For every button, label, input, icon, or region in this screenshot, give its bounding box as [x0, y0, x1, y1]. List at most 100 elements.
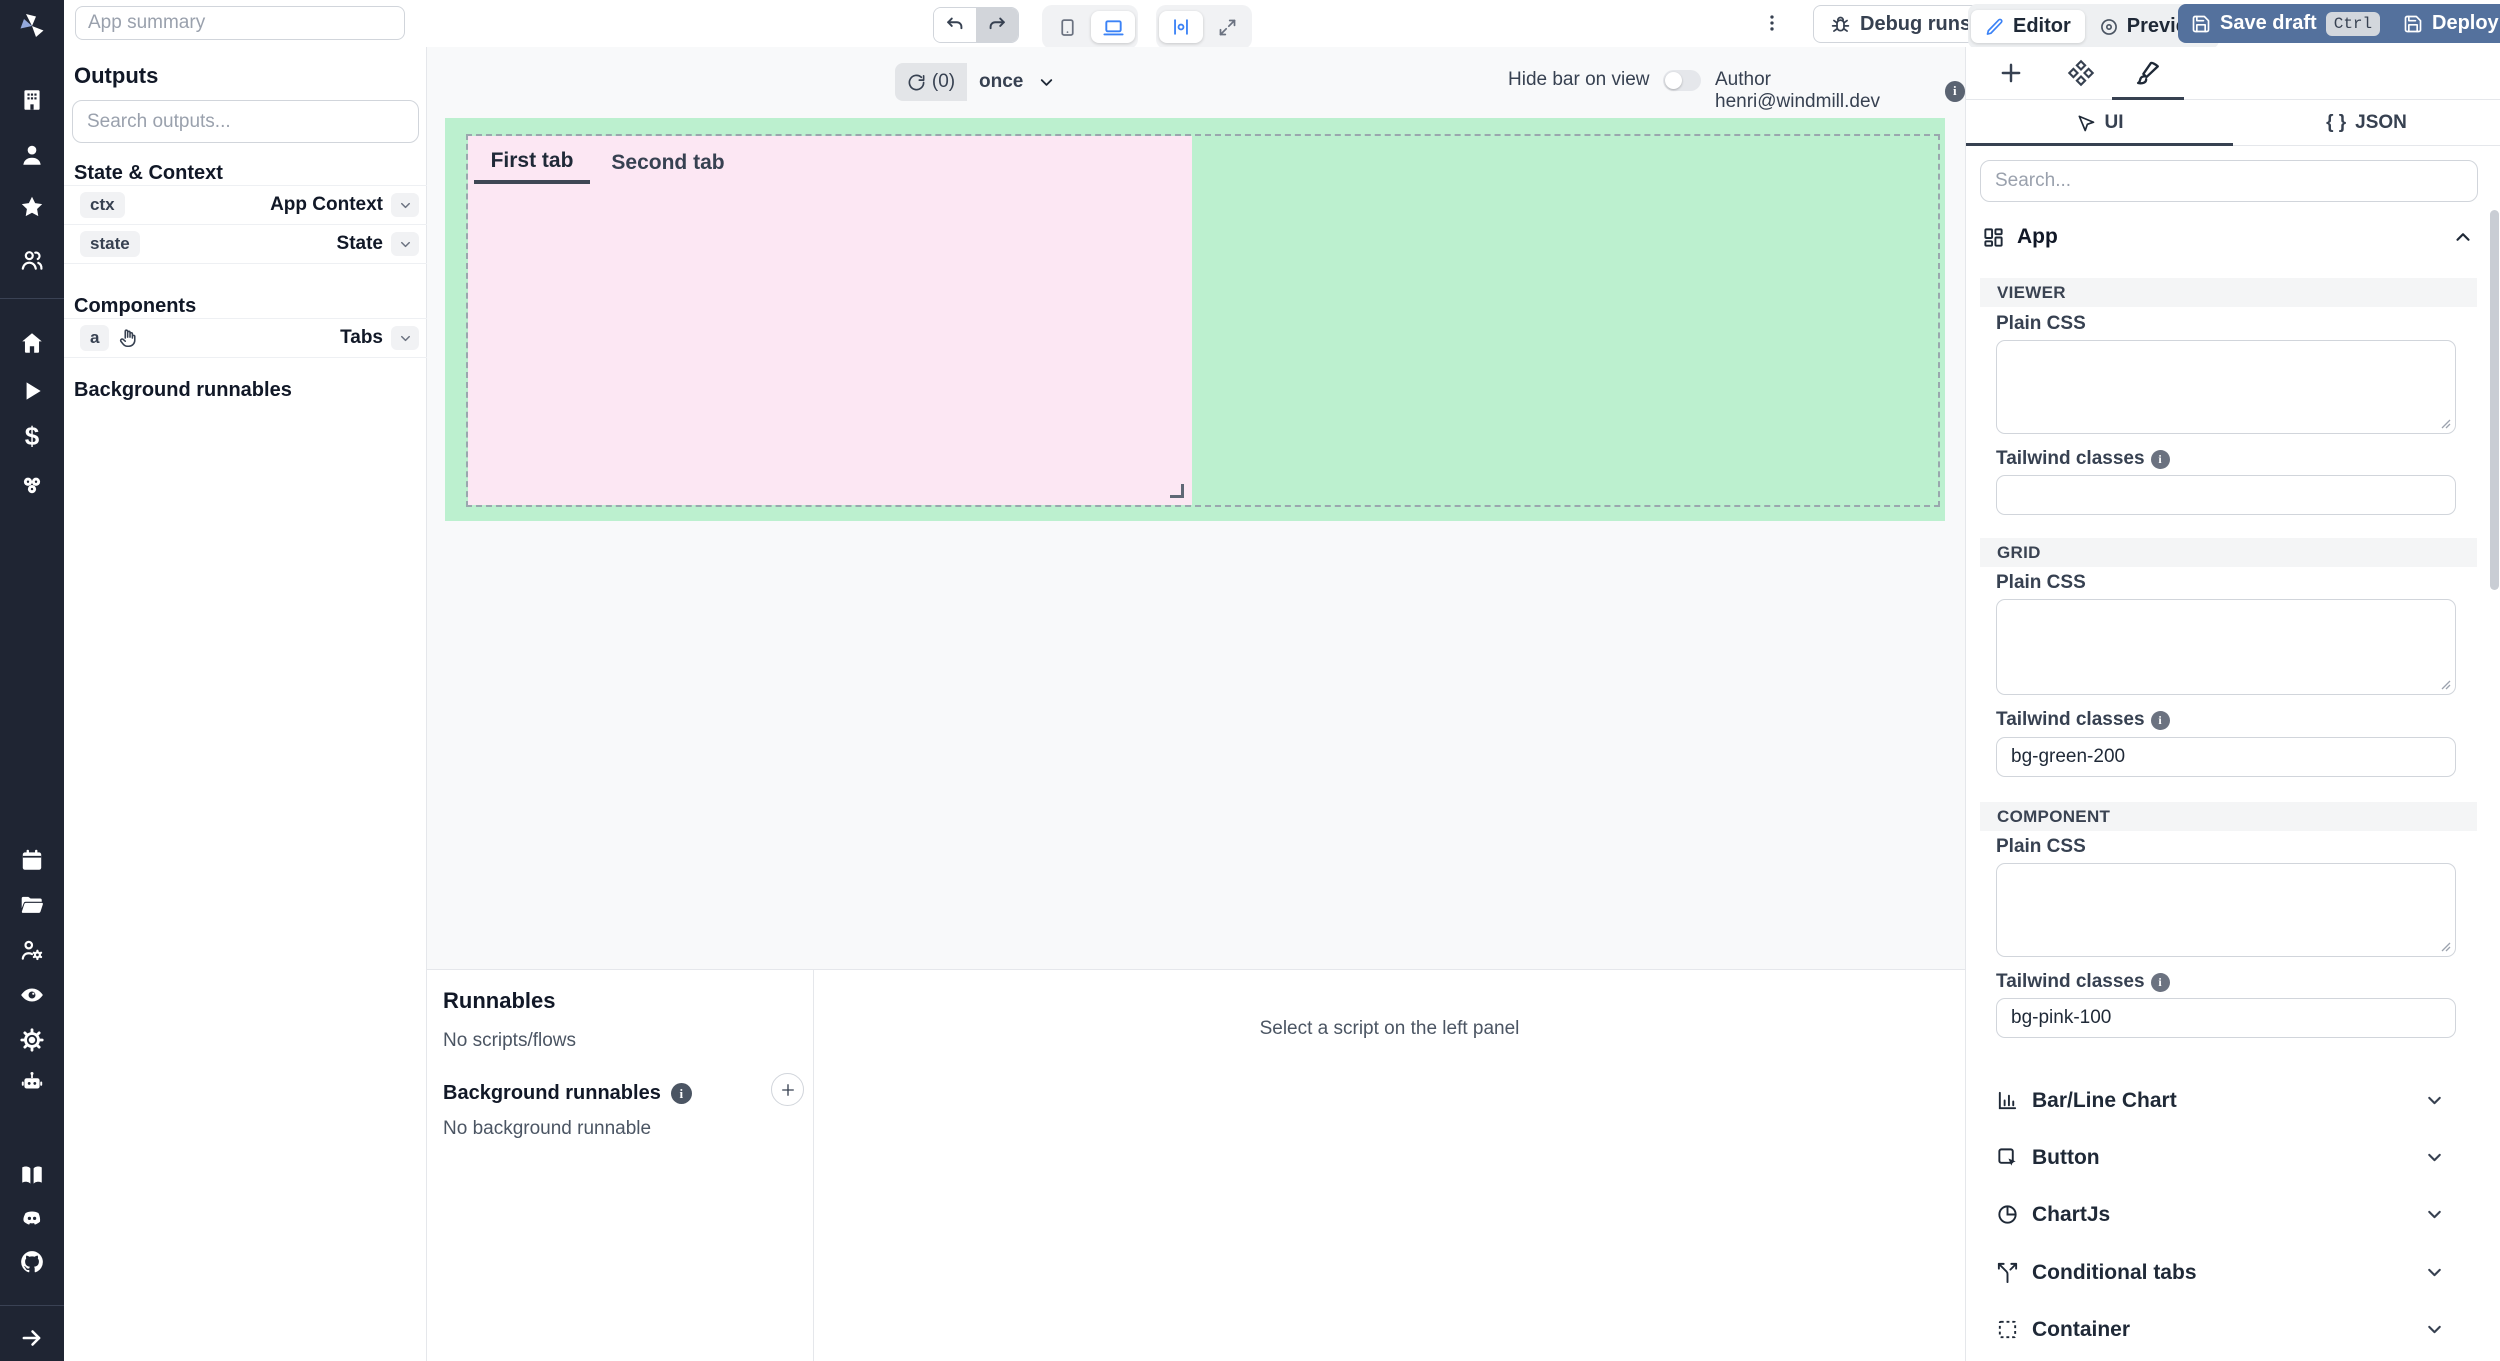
home-icon[interactable] — [19, 330, 45, 356]
output-row-component-a[interactable]: a Tabs — [64, 318, 427, 358]
component-tailwind-input[interactable] — [1996, 998, 2456, 1038]
panel-mode-tabs — [1966, 47, 2500, 100]
viewer-tailwind-input[interactable] — [1996, 475, 2456, 515]
add-background-runnable-button[interactable] — [771, 1073, 804, 1106]
info-icon[interactable]: i — [2151, 450, 2170, 469]
info-icon[interactable]: i — [671, 1083, 692, 1104]
layout-grid-icon — [1982, 226, 2005, 249]
tab-second[interactable]: Second tab — [600, 142, 736, 184]
style-row-label: Conditional tabs — [2032, 1261, 2197, 1285]
undo-button[interactable] — [934, 8, 976, 42]
refresh-mode-select[interactable]: once — [979, 63, 1056, 101]
app-section-header[interactable]: App — [1982, 219, 2474, 255]
grid-tailwind-input[interactable] — [1996, 737, 2456, 777]
state-context-heading: State & Context — [74, 162, 223, 185]
output-row-ctx[interactable]: ctx App Context — [64, 185, 427, 225]
eye-icon[interactable] — [19, 982, 45, 1008]
component-search-input[interactable] — [1980, 160, 2478, 202]
viewer-group-header: VIEWER — [1980, 278, 2477, 307]
gear-icon[interactable] — [19, 1027, 45, 1053]
debug-runs-button[interactable]: Debug runs — [1813, 5, 1988, 43]
style-row-container[interactable]: Container — [1966, 1301, 2489, 1358]
rail-divider — [0, 1305, 64, 1306]
dollar-icon[interactable]: $ — [19, 421, 45, 447]
building-icon[interactable] — [19, 87, 45, 113]
arrow-right-icon[interactable] — [19, 1325, 45, 1351]
info-icon[interactable]: i — [2151, 711, 2170, 730]
book-icon[interactable] — [19, 1162, 45, 1188]
viewer-plain-css-textarea[interactable] — [1996, 340, 2456, 434]
hide-bar-label: Hide bar on view — [1508, 69, 1650, 91]
expand-chevron[interactable] — [391, 326, 419, 350]
style-row-chartjs[interactable]: ChartJs — [1966, 1186, 2489, 1243]
tab-first[interactable]: First tab — [474, 142, 590, 184]
plus-icon — [1997, 59, 2025, 87]
tailwind-classes-label: Tailwind classes i — [1996, 709, 2170, 731]
grid-plain-css-textarea[interactable] — [1996, 599, 2456, 695]
style-row-button[interactable]: Button — [1966, 1129, 2489, 1186]
runnables-panel: Runnables No scripts/flows Background ru… — [427, 969, 1965, 1361]
device-toggle-group — [1042, 5, 1138, 49]
editor-tab[interactable]: Editor — [1971, 10, 2085, 43]
info-icon[interactable]: i — [1945, 81, 1965, 102]
center-align-button[interactable] — [1159, 11, 1203, 43]
user-icon[interactable] — [19, 142, 45, 168]
save-draft-label: Save draft — [2220, 12, 2317, 35]
users-icon[interactable] — [19, 247, 45, 273]
component-plain-css-textarea[interactable] — [1996, 863, 2456, 957]
button-icon — [1996, 1146, 2019, 1169]
style-row-bar-line-chart[interactable]: Bar/Line Chart — [1966, 1072, 2489, 1129]
desktop-view-button[interactable] — [1091, 11, 1135, 43]
author-label: Author henri@windmill.dev — [1715, 69, 1935, 113]
panel-scrollbar[interactable] — [2490, 210, 2499, 590]
outputs-search-input[interactable] — [72, 100, 419, 143]
app-summary-input[interactable] — [75, 6, 405, 40]
tab-json[interactable]: { } JSON — [2233, 100, 2500, 145]
laptop-icon — [1102, 16, 1125, 39]
more-menu-button[interactable] — [1759, 8, 1785, 38]
tab-ui[interactable]: UI — [1966, 100, 2233, 145]
save-icon — [2403, 14, 2423, 34]
pencil-icon — [1985, 17, 2005, 37]
mobile-view-button[interactable] — [1045, 11, 1089, 43]
tailwind-classes-label: Tailwind classes i — [1996, 971, 2170, 993]
editor-label: Editor — [2013, 15, 2071, 38]
output-key-badge: state — [80, 231, 140, 257]
app-grid-area[interactable]: First tab Second tab — [445, 118, 1945, 521]
resize-handle[interactable] — [1170, 484, 1184, 498]
hide-bar-toggle[interactable] — [1663, 70, 1701, 91]
styling-tab[interactable] — [2134, 59, 2162, 87]
fullscreen-button[interactable] — [1205, 11, 1249, 43]
grapes-icon[interactable] — [19, 472, 45, 498]
star-icon[interactable] — [19, 194, 45, 220]
folder-icon[interactable] — [19, 892, 45, 918]
components-library-tab[interactable] — [2067, 59, 2095, 87]
json-tab-label: JSON — [2355, 112, 2407, 134]
windmill-logo-icon[interactable] — [16, 10, 48, 42]
expand-chevron[interactable] — [391, 232, 419, 256]
ui-json-tabs: UI { } JSON — [1966, 100, 2500, 146]
refresh-all-button[interactable]: (0) — [895, 63, 967, 101]
output-row-state[interactable]: state State — [64, 224, 427, 264]
windmill-app-editor: $ — [0, 0, 2500, 1361]
style-row-label: Button — [2032, 1146, 2100, 1170]
background-runnables-heading: Background runnables — [74, 379, 292, 402]
tabs-component[interactable]: First tab Second tab — [468, 136, 1192, 505]
debug-runs-label: Debug runs — [1860, 13, 1971, 36]
deploy-button[interactable]: Deploy — [2387, 4, 2500, 43]
user-cog-icon[interactable] — [19, 937, 45, 963]
insert-component-tab[interactable] — [1997, 59, 2025, 87]
info-icon[interactable]: i — [2151, 973, 2170, 992]
calendar-icon[interactable] — [19, 847, 45, 873]
discord-icon[interactable] — [19, 1205, 45, 1231]
components-heading: Components — [74, 295, 196, 318]
bot-icon[interactable] — [19, 1069, 45, 1095]
redo-button[interactable] — [976, 8, 1018, 42]
expand-chevron[interactable] — [391, 193, 419, 217]
play-icon[interactable] — [19, 378, 45, 404]
component-grid-cell[interactable]: First tab Second tab — [466, 134, 1940, 507]
style-row-conditional-tabs[interactable]: Conditional tabs — [1966, 1244, 2489, 1301]
github-icon[interactable] — [19, 1249, 45, 1275]
paintbrush-icon — [2134, 59, 2162, 87]
rail-divider — [0, 298, 64, 299]
